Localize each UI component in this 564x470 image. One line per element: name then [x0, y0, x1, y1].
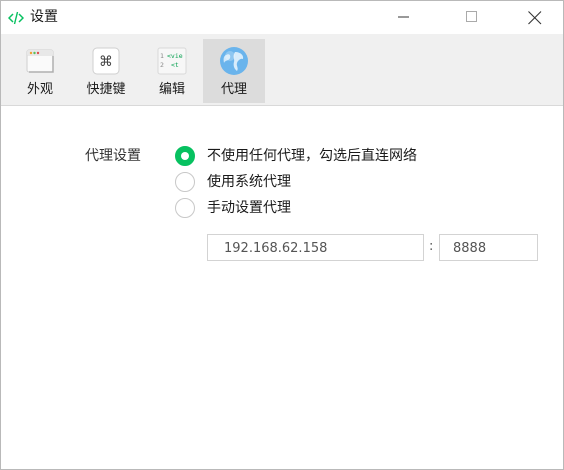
- svg-text:⌘: ⌘: [99, 54, 113, 70]
- close-icon: [528, 11, 542, 25]
- proxy-host-input[interactable]: 192.168.62.158: [207, 234, 424, 261]
- close-button[interactable]: [511, 1, 557, 33]
- svg-text:<vie: <vie: [167, 52, 183, 60]
- svg-text:<t: <t: [171, 61, 179, 69]
- radio-dot: [181, 152, 189, 160]
- tab-appearance[interactable]: 外观: [9, 39, 71, 103]
- tab-proxy[interactable]: 代理: [203, 39, 265, 103]
- window-title: 设置: [30, 9, 58, 25]
- tab-label: 外观: [26, 82, 53, 97]
- maximize-icon: [466, 11, 477, 22]
- host-port-separator: :: [429, 239, 434, 254]
- option-no-proxy-label[interactable]: 不使用任何代理，勾选后直连网络: [207, 147, 417, 165]
- tab-label: 编辑: [158, 82, 185, 97]
- settings-window: 设置 外观 ⌘ 快捷键 1 <vie 2 <t 编辑 代理 代理设置 不使用任何…: [0, 0, 564, 470]
- tab-label: 代理: [220, 82, 247, 97]
- option-system-proxy-label[interactable]: 使用系统代理: [207, 173, 291, 191]
- window-appearance-icon: [25, 46, 55, 76]
- title-bar[interactable]: 设置: [1, 1, 563, 34]
- minimize-button[interactable]: [381, 1, 427, 33]
- proxy-settings-label: 代理设置: [85, 148, 141, 164]
- tab-shortcuts[interactable]: ⌘ 快捷键: [75, 39, 137, 103]
- radio-manual-proxy[interactable]: [175, 198, 195, 218]
- radio-system-proxy[interactable]: [175, 172, 195, 192]
- svg-text:2: 2: [160, 61, 164, 69]
- svg-text:1: 1: [160, 52, 164, 60]
- radio-no-proxy[interactable]: [175, 146, 195, 166]
- globe-icon: [219, 46, 249, 76]
- radio-circle: [175, 198, 195, 218]
- tab-label: 快捷键: [86, 82, 126, 97]
- proxy-port-input[interactable]: 8888: [439, 234, 538, 261]
- maximize-button[interactable]: [449, 1, 495, 33]
- tab-editor[interactable]: 1 <vie 2 <t 编辑: [141, 39, 203, 103]
- settings-toolbar: 外观 ⌘ 快捷键 1 <vie 2 <t 编辑 代理: [1, 34, 563, 106]
- code-brackets-icon: [7, 10, 25, 25]
- command-key-icon: ⌘: [91, 46, 121, 76]
- minimize-icon: [398, 16, 409, 18]
- radio-circle: [175, 172, 195, 192]
- code-editor-icon: 1 <vie 2 <t: [157, 46, 187, 76]
- option-manual-proxy-label[interactable]: 手动设置代理: [207, 199, 291, 217]
